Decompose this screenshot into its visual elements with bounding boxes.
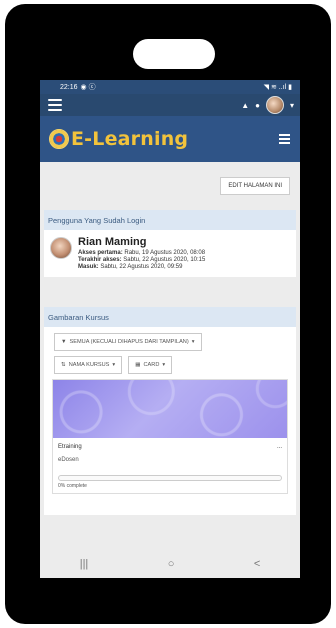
grid-icon: ▦ [135,362,141,368]
course-card[interactable]: Etraining ... eDosen 0% complete [52,379,288,494]
site-brand[interactable]: E-Learning [49,128,188,150]
filter-icon: ▼ [61,339,67,345]
notification-bell-icon[interactable]: ▲ [241,101,249,110]
status-time: 22:16 [60,83,78,91]
login-line: Masuk: Sabtu, 22 Agustus 2020, 09:59 [78,264,183,271]
course-overview-panel: ▼ SEMUA (KECUALI DIHAPUS DARI TAMPILAN) … [44,327,296,515]
university-logo [49,129,69,149]
phone-screen: 22:16 ◉ ⓒ ◥ ≋ ..ıl ▮ ▲ ● ▾ E-Learning ED… [40,80,300,578]
chevron-down-icon: ▾ [191,339,195,345]
last-access-line: Terakhir akses: Sabtu, 22 Agustus 2020, … [78,257,206,264]
notification-icon: ◉ ⓒ [80,84,96,91]
signal-icons: ◥ ≋ ..ıl ▮ [263,84,292,91]
edit-page-button[interactable]: EDIT HALAMAN INI [220,177,290,195]
hamburger-menu-icon[interactable] [48,99,62,111]
course-overview-header: Gambaran Kursus [44,307,296,327]
progress-text: 0% complete [58,483,87,489]
sort-dropdown[interactable]: ⇅ NAMA KURSUS ▾ [54,356,123,374]
menu-icon[interactable] [279,134,290,144]
course-name[interactable]: eDosen [58,457,282,463]
user-photo[interactable] [50,237,72,259]
message-icon[interactable]: ● [255,101,260,110]
sort-icon: ⇅ [61,362,66,368]
chevron-down-icon: ▾ [112,362,116,368]
logged-in-users-header: Pengguna Yang Sudah Login [44,210,296,230]
chevron-down-icon: ▾ [162,362,166,368]
camera-notch [133,39,215,69]
main-content: EDIT HALAMAN INI Pengguna Yang Sudah Log… [40,162,300,515]
back-button[interactable]: < [254,558,260,570]
brand-bar: E-Learning [40,116,300,162]
course-progress-bar [58,475,282,481]
recents-button[interactable]: ||| [80,558,89,570]
top-nav: ▲ ● ▾ [40,94,300,116]
home-button[interactable]: ○ [168,558,175,570]
first-access-line: Akses pertama: Rabu, 19 Agustus 2020, 08… [78,250,206,256]
brand-name: E-Learning [71,128,189,150]
filter-dropdown[interactable]: ▼ SEMUA (KECUALI DIHAPUS DARI TAMPILAN) … [54,333,202,351]
view-dropdown[interactable]: ▦ CARD ▾ [128,356,173,374]
course-image[interactable] [53,380,287,438]
user-name[interactable]: Rian Maming [78,236,205,248]
course-category: Etraining [58,444,82,450]
status-bar: 22:16 ◉ ⓒ ◥ ≋ ..ıl ▮ [40,80,300,94]
course-menu-icon[interactable]: ... [277,444,282,450]
android-nav-bar: ||| ○ < [40,550,300,578]
chevron-down-icon[interactable]: ▾ [290,101,294,110]
user-avatar[interactable] [265,96,284,114]
logged-in-user-card: Rian Maming Akses pertama: Rabu, 19 Agus… [44,230,296,277]
